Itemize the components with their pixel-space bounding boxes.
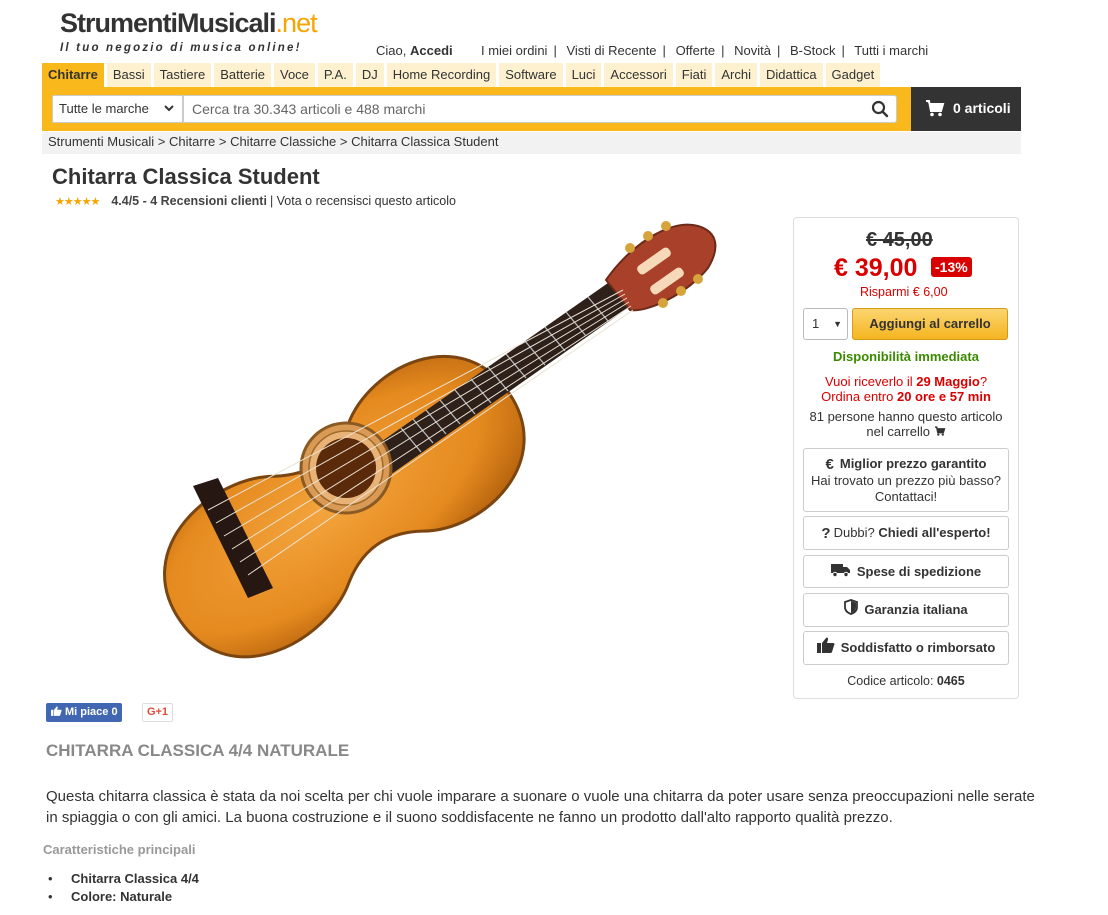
rating-stars: ★★★★★ (55, 195, 100, 208)
logo-net: .net (275, 8, 318, 38)
category-fiati[interactable]: Fiati (675, 63, 713, 87)
truck-icon (830, 557, 851, 588)
top-link-bstock[interactable]: B-Stock (790, 43, 836, 58)
in-cart-line2: nel carrello (866, 424, 930, 439)
category-archi[interactable]: Archi (715, 63, 757, 87)
shipping-box[interactable]: Spese di spedizione (803, 555, 1009, 588)
top-links: Ciao, Accedi I miei ordini | Visti di Rec… (376, 43, 929, 58)
features-heading: Caratteristiche principali (43, 842, 196, 857)
quantity-value: 1 (812, 316, 820, 331)
in-cart-line1: 81 persone hanno questo articolo (809, 409, 1003, 424)
warranty-label: Garanzia italiana (864, 602, 968, 617)
delivery-date: 29 Maggio (916, 374, 980, 389)
order-pre: Ordina entro (821, 389, 894, 404)
brand-select-value: Tutte le marche (59, 101, 149, 116)
brand-select[interactable]: Tutte le marche (52, 95, 183, 123)
cart-count: 0 articoli (953, 100, 1011, 116)
category-software[interactable]: Software (499, 63, 563, 87)
rating-link[interactable]: 4.4/5 - 4 Recensioni clienti (111, 194, 267, 208)
list-item: Chitarra Classica 4/4 (48, 870, 199, 888)
refund-label: Soddisfatto o rimborsato (840, 640, 996, 655)
delivery-pre: Vuoi riceverlo il (824, 374, 913, 389)
top-link-news[interactable]: Novità (734, 43, 771, 58)
top-link-brands[interactable]: Tutti i marchi (854, 43, 928, 58)
product-image[interactable] (108, 218, 728, 668)
facebook-like-button[interactable]: Mi piace 0 (46, 703, 122, 722)
question-icon: ? (821, 524, 831, 542)
category-pa[interactable]: P.A. (317, 63, 353, 87)
code-value: 0465 (936, 674, 965, 688)
category-batterie[interactable]: Batterie (214, 63, 271, 87)
category-gadget[interactable]: Gadget (825, 63, 881, 87)
page-title: Chitarra Classica Student (52, 164, 320, 189)
description-body: Questa chitarra classica è stata da noi … (46, 788, 1035, 826)
description-heading: CHITARRA CLASSICA 4/4 NATURALE (46, 741, 350, 760)
category-luci[interactable]: Luci (565, 63, 602, 87)
top-link-offers[interactable]: Offerte (676, 43, 716, 58)
best-price-title: Miglior prezzo garantito (839, 456, 987, 471)
availability-status: Disponibilità immediata (833, 349, 979, 364)
category-bassi[interactable]: Bassi (106, 63, 151, 87)
category-tastiere[interactable]: Tastiere (153, 63, 212, 87)
refund-box[interactable]: Soddisfatto o rimborsato (803, 631, 1009, 665)
code-label: Codice articolo: (847, 674, 934, 688)
thumbs-up-icon (816, 633, 835, 665)
logo-text: StrumentiMusicali (60, 8, 277, 38)
thumbs-up-icon (51, 706, 65, 718)
google-plus-button[interactable]: G+1 (142, 703, 173, 722)
shield-icon (844, 595, 859, 627)
old-price: € 45,00 (866, 229, 933, 251)
facebook-like-label: Mi piace 0 (65, 706, 118, 718)
savings-text: Risparmi € 6,00 (860, 285, 948, 299)
top-link-orders[interactable]: I miei ordini (481, 43, 547, 58)
euro-icon: € (825, 455, 834, 473)
product-code: Codice articolo: 0465 (794, 674, 1018, 688)
chevron-down-icon (163, 96, 175, 132)
add-to-cart-button[interactable]: Aggiungi al carrello (852, 308, 1008, 340)
in-cart-info: 81 persone hanno questo articolo nel car… (794, 409, 1018, 439)
cart-button[interactable]: 0 articoli (911, 87, 1021, 131)
dropdown-arrow-icon: ▼ (833, 319, 842, 329)
shipping-label: Spese di spedizione (856, 564, 982, 579)
warranty-box[interactable]: Garanzia italiana (803, 593, 1009, 627)
discount-badge: -13% (931, 257, 972, 277)
order-time: 20 ore e 57 min (896, 389, 991, 404)
category-dj[interactable]: DJ (355, 63, 384, 87)
current-price: € 39,00 (834, 254, 918, 282)
category-chitarre[interactable]: Chitarre (42, 63, 104, 87)
greeting: Ciao, (376, 43, 407, 58)
login-link[interactable]: Accedi (410, 43, 453, 58)
ask-expert-box[interactable]: ? Dubbi? Chiedi all'esperto! (803, 516, 1009, 550)
search-icon[interactable] (871, 100, 889, 118)
quantity-select[interactable]: 1 ▼ (803, 308, 848, 340)
best-price-line1: Hai trovato un prezzo più basso? (810, 472, 1002, 488)
logo-tagline: Il tuo negozio di musica online! (60, 42, 302, 54)
product-rating: ★★★★★ 4.4/5 - 4 Recensioni clienti | Vot… (55, 194, 456, 208)
top-link-recent[interactable]: Visti di Recente (566, 43, 656, 58)
delivery-q: ? (979, 374, 988, 389)
cart-icon (934, 424, 946, 439)
search-input[interactable]: Cerca tra 30.343 articoli e 488 marchi (183, 95, 897, 123)
site-logo[interactable]: StrumentiMusicali.net (60, 8, 318, 39)
features-list: Chitarra Classica 4/4 Colore: Naturale (48, 870, 199, 906)
cart-icon (925, 99, 945, 117)
category-voce[interactable]: Voce (274, 63, 315, 87)
best-price-box[interactable]: € Miglior prezzo garantito Hai trovato un… (803, 448, 1009, 512)
doubts-pre: Dubbi? (833, 525, 875, 540)
list-item: Colore: Naturale (48, 888, 199, 906)
category-didattica[interactable]: Didattica (759, 63, 823, 87)
category-accessori[interactable]: Accessori (604, 63, 673, 87)
review-link[interactable]: | Vota o recensisci questo articolo (270, 194, 456, 208)
delivery-estimate: Vuoi riceverlo il 29 Maggio? Ordina entr… (794, 374, 1018, 404)
category-home-recording[interactable]: Home Recording (386, 63, 497, 87)
ask-expert-link[interactable]: Chiedi all'esperto! (878, 525, 990, 540)
best-price-line2: Contattaci! (874, 488, 938, 504)
category-nav: Chitarre Bassi Tastiere Batterie Voce P.… (42, 63, 883, 87)
breadcrumb[interactable]: Strumenti Musicali > Chitarre > Chitarre… (42, 132, 1021, 154)
